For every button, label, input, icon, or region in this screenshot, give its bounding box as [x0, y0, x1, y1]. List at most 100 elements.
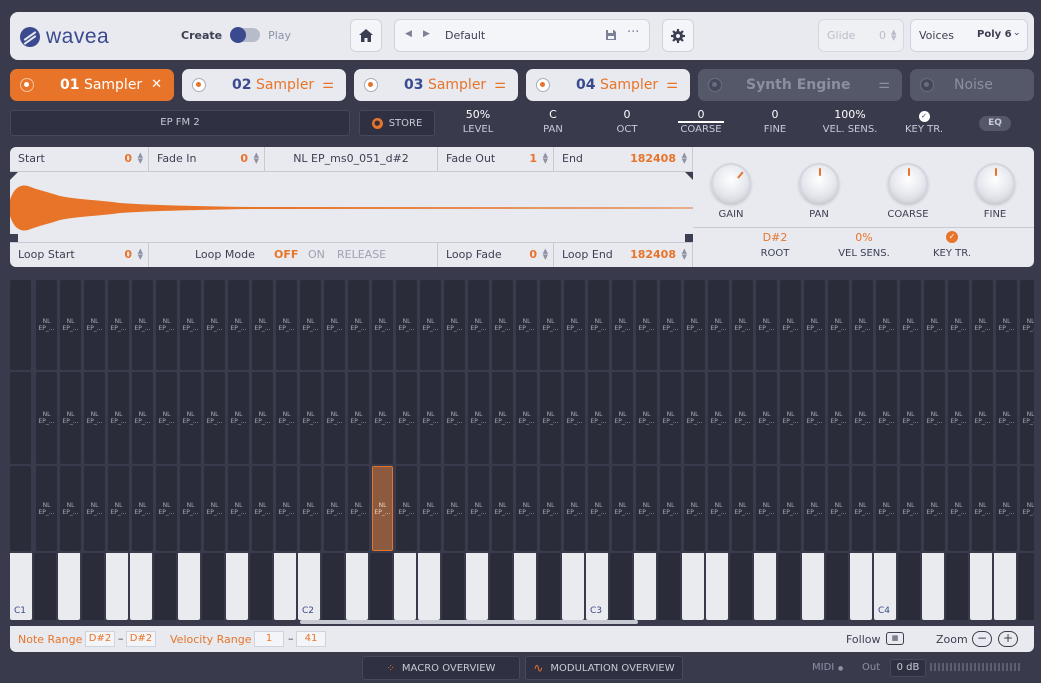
white-key[interactable] [802, 553, 824, 620]
waveform-display[interactable] [10, 171, 693, 243]
tab-noise[interactable]: Noise [910, 69, 1034, 101]
zone-cell[interactable]: NLEP_... [300, 372, 321, 464]
zone-cell[interactable]: NLEP_... [612, 280, 633, 370]
zone-cell[interactable]: NLEP_... [492, 280, 513, 370]
zone-cell[interactable]: NLEP_... [852, 372, 873, 464]
preset-selector[interactable]: ◀ ▶ Default ··· [394, 19, 650, 52]
modulation-overview-button[interactable]: ∿ MODULATION OVERVIEW [525, 656, 683, 680]
zone-cell[interactable]: NLEP_... [420, 372, 441, 464]
loop-start-field[interactable]: Loop Start 0 ▲ ▼ [10, 243, 149, 267]
white-key[interactable] [850, 553, 872, 620]
white-key[interactable]: C1 [10, 553, 32, 620]
zone-cell[interactable]: NLEP_... [348, 280, 369, 370]
zone-cell[interactable]: NLEP_... [612, 372, 633, 464]
zone-cell[interactable]: NLEP_... [756, 280, 777, 370]
key-tr-param[interactable]: ✓ KEY TR. [889, 108, 959, 135]
zone-cell[interactable]: NLEP_... [756, 466, 777, 551]
zoom-out-button[interactable]: − [972, 631, 992, 647]
zone-cell[interactable]: NLEP_... [348, 372, 369, 464]
note-low-field[interactable]: D#2 [85, 631, 115, 647]
zone-cell[interactable]: NLEP_... [36, 280, 57, 370]
eq-button[interactable]: EQ [979, 116, 1011, 131]
zone-mapping-grid[interactable]: NL EP_... NL EP_... NL EP_... NL EP_... NL EP_...… [10, 277, 1034, 553]
coarse-param[interactable]: 0 COARSE [666, 108, 736, 135]
piano-keyboard[interactable]: C1 C2 C3 C4 [10, 553, 1034, 620]
zone-vel-param[interactable]: 0% VEL SENS. [824, 231, 904, 259]
black-key[interactable] [730, 553, 752, 620]
zone-cell[interactable]: NLEP_... [36, 372, 57, 464]
zone-cell[interactable]: NLEP_... [636, 372, 657, 464]
check-icon[interactable]: ✓ [946, 231, 958, 243]
white-key[interactable] [106, 553, 128, 620]
pan-knob-dial[interactable] [799, 163, 839, 203]
white-key[interactable] [754, 553, 776, 620]
black-key[interactable] [538, 553, 560, 620]
white-key[interactable] [178, 553, 200, 620]
zone-cell[interactable]: NLEP_... [684, 372, 705, 464]
loop-end-field[interactable]: Loop End 182408 ▲ ▼ [554, 243, 693, 267]
sliders-icon[interactable]: ⚌ [322, 77, 334, 92]
zone-cell[interactable]: NLEP_... [660, 466, 681, 551]
tab-engine-3[interactable]: 03 Sampler ⚌ [354, 69, 518, 101]
zone-cell[interactable]: NLEP_... [84, 466, 105, 551]
zone-cell[interactable]: NLEP_... [132, 466, 153, 551]
white-key[interactable] [706, 553, 728, 620]
zone-cell[interactable]: NLEP_... [492, 372, 513, 464]
pan-knob[interactable]: PAN [789, 163, 849, 220]
loop-start-value[interactable]: 0 [124, 248, 132, 261]
loop-mode-on[interactable]: ON [308, 248, 325, 261]
zone-cell[interactable]: NLEP_... [636, 280, 657, 370]
zone-cell[interactable]: NLEP_... [396, 280, 417, 370]
zone-cell[interactable]: NLEP_... [924, 280, 945, 370]
zone-cell[interactable]: NLEP_... [396, 466, 417, 551]
zone-cell[interactable]: NLEP_... [540, 372, 561, 464]
zone-cell[interactable]: NLEP_... [372, 280, 393, 370]
level-value[interactable]: 50% [443, 108, 513, 123]
white-key[interactable] [346, 553, 368, 620]
zone-cell[interactable]: NLEP_... [900, 466, 921, 551]
zone-cell[interactable]: NLEP_... [492, 466, 513, 551]
gain-knob-dial[interactable] [711, 163, 751, 203]
zone-cell[interactable]: NLEP_... [228, 372, 249, 464]
black-key[interactable] [610, 553, 632, 620]
zone-cell[interactable]: NLEP_... [516, 372, 537, 464]
more-icon[interactable]: ··· [627, 25, 639, 40]
zone-cell[interactable]: NLEP_... [252, 280, 273, 370]
zone-cell[interactable]: NLEP_... [996, 280, 1017, 370]
zone-cell[interactable]: NLEP_... [564, 280, 585, 370]
zone-cell[interactable]: NLEP_... [300, 280, 321, 370]
white-key[interactable] [418, 553, 440, 620]
black-key[interactable] [946, 553, 968, 620]
loop-fade-field[interactable]: Loop Fade 0 ▲ ▼ [438, 243, 554, 267]
loop-mode-off[interactable]: OFF [274, 248, 298, 261]
zone-cell[interactable]: NLEP_... [924, 466, 945, 551]
zone-cell[interactable]: NLEP_... [948, 466, 969, 551]
black-key[interactable] [898, 553, 920, 620]
zone-cell[interactable]: NLEP_... [60, 372, 81, 464]
white-key[interactable] [274, 553, 296, 620]
black-key[interactable] [202, 553, 224, 620]
zone-vel-value[interactable]: 0% [824, 231, 904, 246]
coarse-value[interactable]: 0 [678, 108, 724, 123]
zone-cell[interactable]: NLEP_... [108, 280, 129, 370]
zone-cell[interactable]: NLEP_... [252, 466, 273, 551]
zone-cell[interactable]: NLEP_... [732, 372, 753, 464]
zone-cell[interactable]: NLEP_... [468, 280, 489, 370]
white-key[interactable] [562, 553, 584, 620]
black-key[interactable] [778, 553, 800, 620]
loop-fade-value[interactable]: 0 [529, 248, 537, 261]
zone-cell[interactable]: NLEP_... [36, 466, 57, 551]
stepper-icon[interactable]: ▲ ▼ [138, 152, 143, 165]
coarse-knob-dial[interactable] [888, 163, 928, 203]
zone-cell[interactable]: NLEP_... [1020, 372, 1034, 464]
black-key[interactable] [826, 553, 848, 620]
zone-cell[interactable]: NLEP_... [900, 280, 921, 370]
black-key[interactable] [82, 553, 104, 620]
engine-power-icon[interactable] [192, 78, 206, 92]
fine-value[interactable]: 0 [740, 108, 810, 123]
zone-cell[interactable]: NLEP_... [276, 466, 297, 551]
white-key[interactable] [970, 553, 992, 620]
create-play-switch[interactable]: Create Play [181, 27, 291, 43]
end-value[interactable]: 182408 [630, 152, 676, 165]
check-icon[interactable]: ✓ [918, 111, 930, 122]
